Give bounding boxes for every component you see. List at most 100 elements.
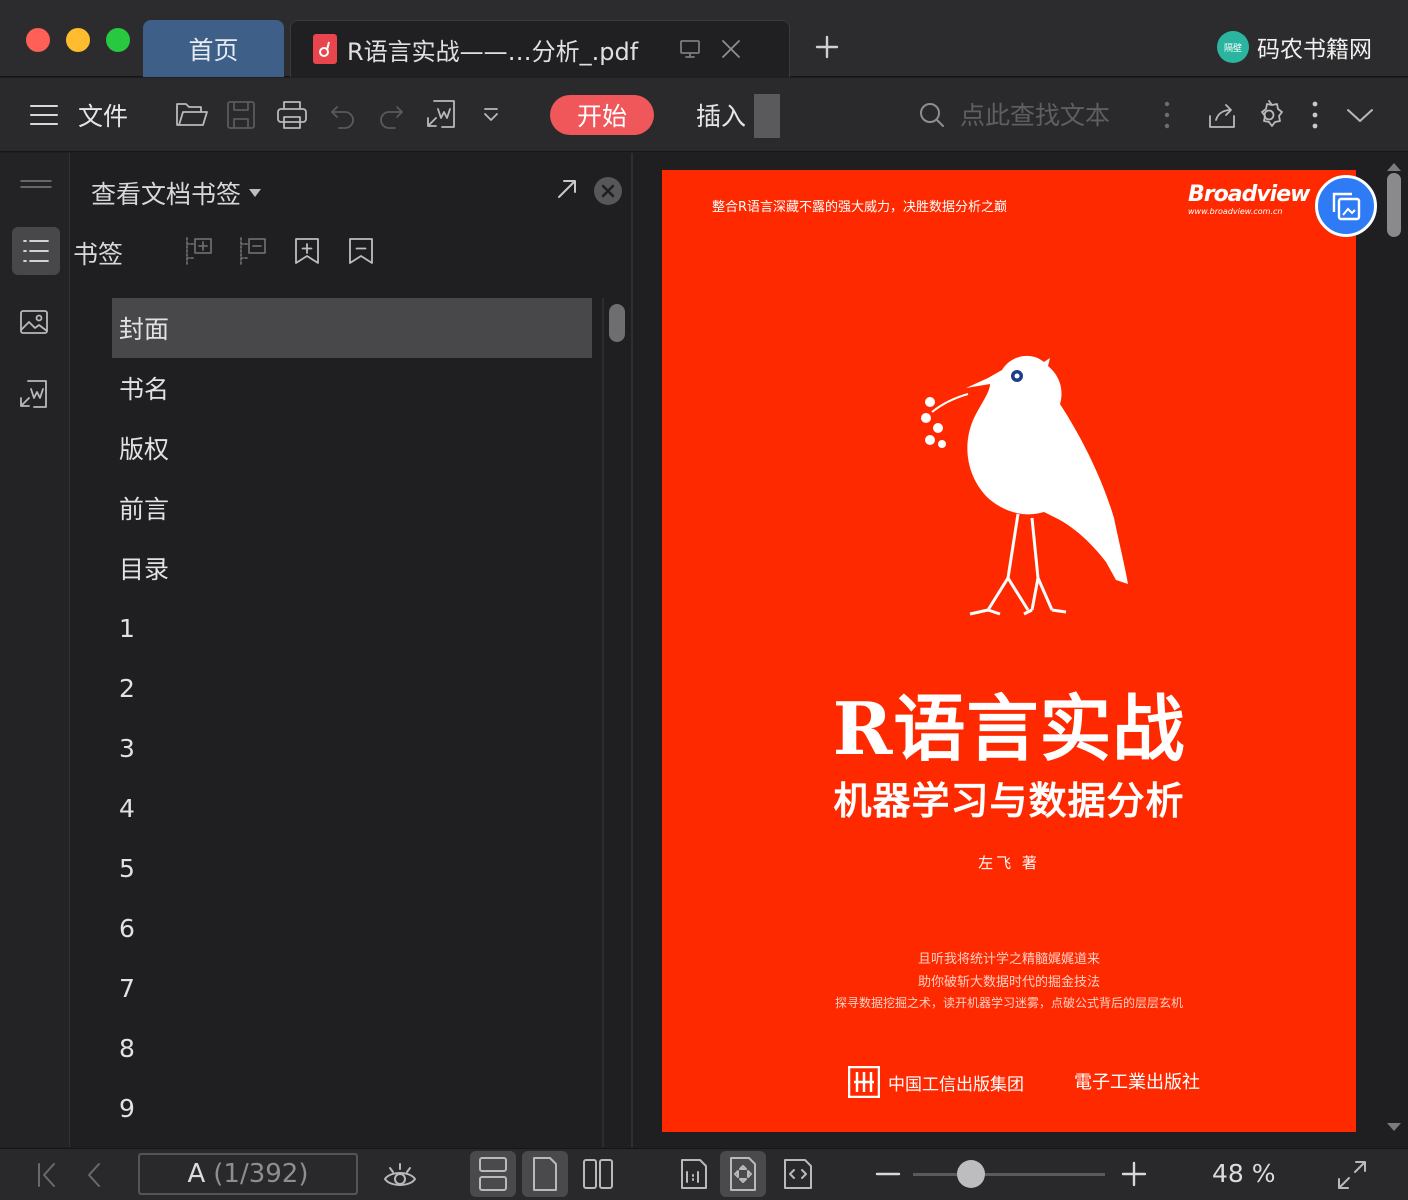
open-folder-icon[interactable] [174,78,210,152]
brand[interactable]: 隔壁 码农书籍网 [1217,30,1372,64]
book-title: R语言实战 [832,686,1186,771]
bookmark-item[interactable]: 封面 [112,298,592,358]
zoom-level[interactable]: 48 % [1212,1159,1276,1188]
cover-blurb-line: 且听我将统计学之精髓娓娓道来 [917,952,1100,967]
panel-title-dropdown[interactable]: 查看文档书签 [91,175,262,211]
actual-size-icon [681,1159,707,1189]
undock-arrow-icon[interactable] [555,177,579,201]
rail-bookmarks-button[interactable] [12,227,60,275]
vertical-more-icon[interactable] [1158,78,1176,152]
previous-page-icon[interactable] [86,1162,102,1188]
book-author: 左飞 著 [978,854,1040,872]
zoom-slider-thumb[interactable] [956,1160,985,1188]
minimize-window-button[interactable] [66,28,90,52]
single-page-view-button[interactable] [522,1151,568,1197]
remove-bookmark-icon[interactable] [347,236,375,266]
page-prefix: A [187,1159,206,1189]
tab-document-label: R语言实战——…分析_.pdf [347,37,639,66]
fit-page-button[interactable] [720,1151,766,1197]
tab-document[interactable]: R语言实战——…分析_.pdf [290,20,790,77]
bookmark-item[interactable]: 版权 [112,418,592,478]
actual-size-button[interactable] [674,1151,714,1197]
publisher-url: www.broadview.com.cn [1188,207,1283,216]
bookmark-item[interactable]: 书名 [112,358,592,418]
bookmark-item[interactable]: 1 [112,598,592,658]
file-menu[interactable]: 文件 [78,78,128,152]
bookmark-item[interactable]: 3 [112,718,592,778]
bookmark-list-icon [22,239,50,263]
bookmark-item[interactable]: 6 [112,898,592,958]
ribbon-scroll-button[interactable] [754,94,780,138]
more-tools-dropdown-icon[interactable] [480,78,502,152]
reading-mode-eye-icon[interactable] [382,1159,418,1193]
two-page-view-button[interactable] [578,1151,618,1197]
brand-label: 码农书籍网 [1257,37,1372,63]
collapse-all-icon[interactable] [239,236,267,266]
cover-blurb-line: 助你破斩大数据时代的掘金技法 [917,975,1100,990]
bookmark-item[interactable]: 4 [112,778,592,838]
search-input[interactable] [960,100,1130,130]
search-box[interactable] [918,78,1130,152]
page-indicator: (1/392) [213,1159,309,1189]
bookmark-scrollbar[interactable] [609,304,625,342]
expand-all-icon[interactable] [185,236,213,266]
convert-floating-button[interactable] [1315,175,1377,237]
tab-home[interactable]: 首页 [143,20,284,77]
new-tab-icon[interactable] [814,34,840,60]
hamburger-menu-icon[interactable] [28,78,60,152]
fit-width-button[interactable] [778,1151,818,1197]
bookmark-section-label: 书签 [73,240,124,269]
bookmark-item[interactable]: 2 [112,658,592,718]
book-subtitle: 机器学习与数据分析 [833,779,1185,823]
panel-close-button[interactable] [594,177,622,205]
save-icon[interactable] [224,78,258,152]
tab-start[interactable]: 开始 [550,95,654,135]
cover-blurb-line: 探寻数据挖掘之术，读开机器学习迷雾，点破公式背后的层层玄机 [834,996,1183,1010]
search-icon [918,101,946,129]
more-options-icon[interactable] [1306,78,1324,152]
convert-image-icon [1332,192,1361,221]
fullscreen-icon[interactable] [1336,1159,1368,1191]
bookmark-item[interactable]: 8 [112,1018,592,1078]
tab-insert[interactable]: 插入 [696,95,746,135]
toolbar: 文件 开始 插入 [0,78,1408,152]
undo-icon[interactable] [328,78,358,152]
bookmark-item[interactable]: 目录 [112,538,592,598]
close-window-button[interactable] [26,28,50,52]
bookmark-item[interactable]: 前言 [112,478,592,538]
zoom-out-icon[interactable] [874,1161,902,1187]
imprint-logo-icon [848,1066,880,1098]
rail-thumbnails-image-icon[interactable] [19,308,49,336]
export-pdf-icon[interactable] [424,78,458,152]
close-tab-icon[interactable] [720,38,742,60]
rail-export-icon[interactable] [18,378,50,412]
first-page-icon[interactable] [36,1162,58,1188]
settings-gear-icon[interactable] [1252,78,1286,152]
tab-home-label: 首页 [188,35,239,65]
collapse-ribbon-chevron-icon[interactable] [1344,78,1376,152]
bookmark-item[interactable]: 7 [112,958,592,1018]
bookmark-item[interactable]: 9 [112,1078,592,1138]
zoom-slider-track[interactable] [913,1173,1105,1176]
add-bookmark-icon[interactable] [293,236,321,266]
single-page-icon [533,1157,557,1191]
scroll-down-arrow-icon[interactable] [1387,1123,1401,1131]
close-icon [601,184,615,198]
bookmark-item[interactable]: 5 [112,838,592,898]
bookmark-list: 封面 书名 版权 前言 目录 1 2 3 4 5 6 7 8 9 [112,298,592,1138]
left-rail [0,153,70,1147]
monitor-icon[interactable] [678,37,702,61]
continuous-view-button[interactable] [470,1151,516,1197]
zoom-in-icon[interactable] [1120,1160,1148,1188]
share-icon[interactable] [1206,78,1238,152]
tab-insert-label: 插入 [696,102,747,131]
rail-collapse-handle-icon[interactable] [20,179,52,189]
status-bar: A (1/392) 48 % [0,1148,1408,1200]
redo-icon[interactable] [376,78,406,152]
bookmark-panel: 查看文档书签 书签 封面 书名 版权 前言 目录 1 2 3 4 5 6 7 8… [71,153,633,1147]
scroll-up-arrow-icon[interactable] [1387,163,1401,171]
document-scrollbar[interactable] [1387,173,1401,237]
page-number-field[interactable]: A (1/392) [138,1153,358,1195]
print-icon[interactable] [274,78,310,152]
maximize-window-button[interactable] [106,28,130,52]
